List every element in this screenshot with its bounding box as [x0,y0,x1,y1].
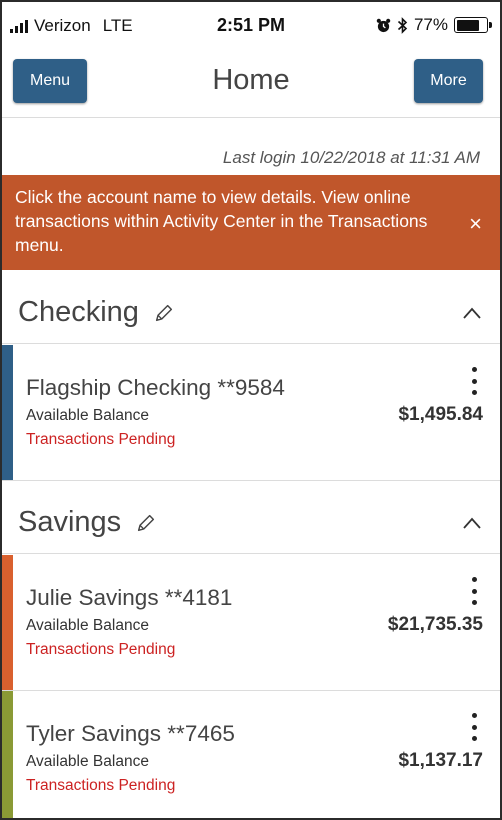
bluetooth-icon [397,16,408,34]
account-balance: $1,495.84 [398,404,483,425]
available-balance-label: Available Balance [26,407,149,424]
section-title-checking: Checking [18,296,139,328]
account-name-link[interactable]: Julie Savings **4181 [26,585,232,611]
pending-status: Transactions Pending [26,431,176,448]
pencil-icon[interactable] [135,512,157,534]
pending-status: Transactions Pending [26,641,176,658]
last-login: Last login 10/22/2018 at 11:31 AM [222,148,480,167]
account-balance: $1,137.17 [398,750,483,771]
account-color-bar [2,345,13,480]
account-name-link[interactable]: Flagship Checking **9584 [26,375,285,401]
close-icon[interactable]: × [469,211,482,237]
section-header-savings[interactable]: Savings [2,482,500,554]
account-name-link[interactable]: Tyler Savings **7465 [26,721,235,747]
account-card: Julie Savings **4181 Available Balance T… [2,555,500,691]
phone-screen: Verizon LTE 2:51 PM 77% Menu Home More L… [0,0,502,820]
account-balance: $21,735.35 [387,614,483,635]
status-bar: Verizon LTE 2:51 PM 77% [2,2,500,46]
chevron-up-icon[interactable] [462,306,482,320]
account-card: Flagship Checking **9584 Available Balan… [2,345,500,481]
info-banner: Click the account name to view details. … [2,175,500,270]
available-balance-label: Available Balance [26,617,149,634]
battery-icon [454,17,492,33]
kebab-menu-icon[interactable] [470,713,478,741]
chevron-up-icon[interactable] [462,516,482,530]
section-title-savings: Savings [18,506,122,538]
pending-status: Transactions Pending [26,777,176,794]
kebab-menu-icon[interactable] [470,577,478,605]
banner-message: Click the account name to view details. … [15,187,428,255]
more-button[interactable]: More [414,59,483,103]
account-color-bar [2,691,13,818]
app-header: Menu Home More [2,46,500,118]
pencil-icon[interactable] [153,302,175,324]
kebab-menu-icon[interactable] [470,367,478,395]
battery-level [456,19,479,31]
status-icons: 77% [376,15,492,35]
battery-percent: 77% [413,15,448,34]
available-balance-label: Available Balance [26,753,149,770]
section-header-checking[interactable]: Checking [2,272,500,344]
account-color-bar [2,555,13,690]
alarm-icon [376,18,391,32]
account-card: Tyler Savings **7465 Available Balance T… [2,691,500,818]
